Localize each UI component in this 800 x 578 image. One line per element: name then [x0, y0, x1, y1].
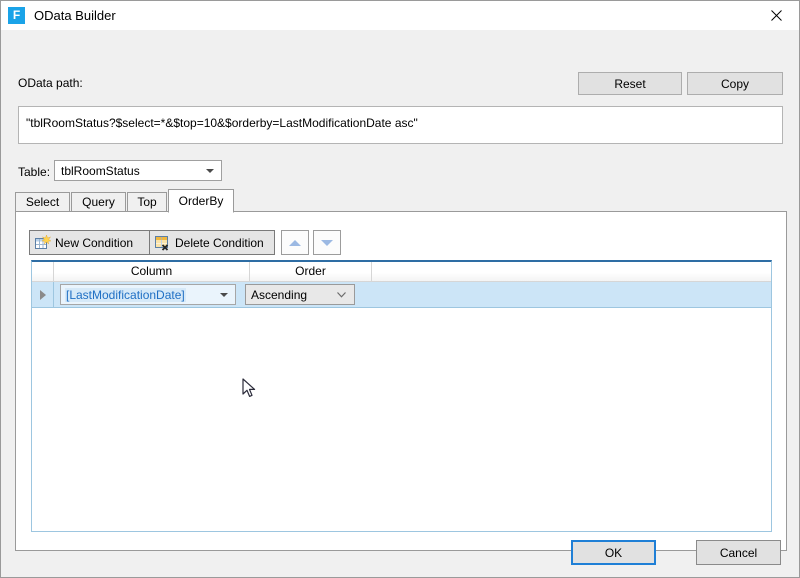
table-select[interactable]: tblRoomStatus [54, 160, 222, 181]
odata-path-label: OData path: [18, 76, 83, 90]
odata-builder-window: F OData Builder OData path: Reset Copy "… [0, 0, 800, 578]
grid-header-order[interactable]: Order [250, 262, 372, 281]
odata-path-value[interactable]: "tblRoomStatus?$select=*&$top=10&$orderb… [18, 106, 783, 144]
condition-order-select[interactable]: Ascending [245, 284, 355, 305]
window-title: OData Builder [34, 7, 116, 23]
condition-column-select[interactable]: [LastModificationDate] [60, 284, 236, 305]
tab-top[interactable]: Top [127, 192, 167, 212]
grid-header-filler [372, 262, 771, 281]
grid-header-row: Column Order [32, 262, 771, 282]
move-up-button[interactable] [281, 230, 309, 255]
reset-button[interactable]: Reset [578, 72, 682, 95]
copy-button[interactable]: Copy [687, 72, 783, 95]
grid-header-column[interactable]: Column [54, 262, 250, 281]
conditions-grid: Column Order [LastModificationDate] Asce… [31, 260, 772, 532]
table-row[interactable]: [LastModificationDate] Ascending [32, 282, 771, 308]
row-selector-icon [32, 282, 54, 307]
condition-column-value: [LastModificationDate] [65, 288, 186, 302]
cancel-button[interactable]: Cancel [696, 540, 781, 565]
grid-delete-icon [155, 235, 169, 251]
grid-header-indicator [32, 262, 54, 281]
grid-add-icon [35, 234, 51, 249]
table-select-value: tblRoomStatus [61, 164, 140, 178]
f-logo-icon: F [8, 6, 25, 24]
orderby-tab-panel: New Condition Delete Condition Column Or… [15, 211, 787, 551]
table-label: Table: [18, 165, 51, 179]
arrow-up-icon [289, 239, 301, 246]
chevron-down-icon [337, 292, 346, 298]
arrow-down-icon [321, 239, 333, 246]
close-icon [771, 9, 782, 21]
title-bar: F OData Builder [1, 1, 799, 30]
new-condition-label: New Condition [55, 235, 134, 250]
move-down-button[interactable] [313, 230, 341, 255]
delete-condition-button[interactable]: Delete Condition [149, 230, 275, 255]
tab-orderby[interactable]: OrderBy [168, 189, 234, 213]
ok-button[interactable]: OK [571, 540, 656, 565]
chevron-down-icon [220, 293, 228, 297]
tab-query[interactable]: Query [71, 192, 126, 212]
close-button[interactable] [754, 1, 799, 29]
dialog-body: OData path: Reset Copy "tblRoomStatus?$s… [1, 30, 799, 577]
tab-strip: Select Query Top OrderBy [15, 189, 787, 213]
new-condition-button[interactable]: New Condition [29, 230, 153, 255]
condition-order-value: Ascending [251, 288, 308, 302]
delete-condition-label: Delete Condition [175, 235, 264, 250]
chevron-down-icon [206, 169, 214, 173]
tab-select[interactable]: Select [15, 192, 70, 212]
